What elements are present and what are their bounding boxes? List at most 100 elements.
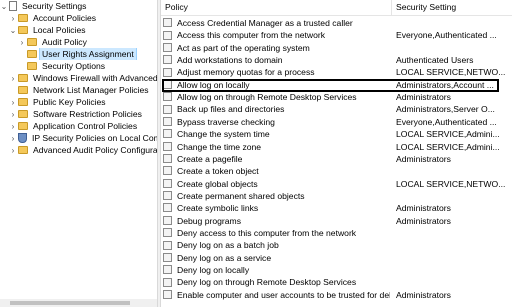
collapse-icon[interactable]: ⌄ [9,25,17,36]
expand-icon[interactable]: › [9,145,17,156]
folder-icon [18,121,28,130]
policy-icon [163,18,172,28]
policy-cell: Create symbolic links [163,202,390,214]
collapse-icon[interactable]: ⌄ [0,1,8,12]
table-row[interactable]: Deny log on through Remote Desktop Servi… [161,276,512,288]
tree-item[interactable]: › Windows Firewall with Advanced Secu [0,72,157,84]
table-row[interactable]: Create a pagefile Administrators [161,153,512,165]
policy-name: Act as part of the operating system [177,42,310,53]
policy-name: Bypass traverse checking [177,116,275,127]
tree-item-label: Security Settings [22,1,87,11]
policy-cell: Add workstations to domain [163,54,390,66]
tree-item-label: Windows Firewall with Advanced Secu [33,73,157,83]
policy-icon [163,42,172,52]
table-row[interactable]: Enable computer and user accounts to be … [161,289,512,301]
tree-item-label: Software Restriction Policies [33,109,142,119]
security-setting-cell: Administrators [396,215,451,226]
policy-name: Create symbolic links [177,203,259,214]
table-row[interactable]: Act as part of the operating system [161,42,512,54]
tree-item-label: Security Options [42,61,106,71]
expand-icon[interactable]: › [9,13,17,24]
policy-icon [163,141,172,151]
policy-icon [163,240,172,250]
security-setting-cell: Administrators [396,92,451,103]
tree-item[interactable]: Security Options [0,60,157,72]
table-row[interactable]: Allow log on through Remote Desktop Serv… [161,91,512,103]
expand-icon[interactable]: › [9,109,17,120]
expand-icon[interactable]: › [9,121,17,132]
policy-cell: Back up files and directories [163,103,390,115]
horizontal-scrollbar[interactable] [0,299,157,307]
scrollbar-thumb[interactable] [10,301,130,305]
security-icon [9,0,17,11]
folder-icon [27,49,37,58]
table-row[interactable]: Create symbolic links Administrators [161,202,512,214]
column-header-policy[interactable]: Policy [161,0,392,15]
tree-item-label: Network List Manager Policies [33,85,149,95]
policy-name: Debug programs [177,215,242,226]
column-header-security-setting[interactable]: Security Setting [392,0,512,15]
table-row[interactable]: Create a token object [161,165,512,177]
tree-item[interactable]: › Software Restriction Policies [0,108,157,120]
table-row[interactable]: Allow log on locally Administrators,Accou… [161,79,512,91]
policy-cell: Access this computer from the network [163,29,390,41]
table-row[interactable]: Access this computer from the network Eve… [161,29,512,41]
list-header: Policy Security Setting [161,0,512,16]
folder-icon [18,85,28,94]
tree-item-label: IP Security Policies on Local Compute [32,133,157,143]
policy-cell: Create a token object [163,165,390,177]
security-setting-cell: Administrators [396,153,451,164]
table-row[interactable]: Deny log on as a batch job [161,239,512,251]
policy-icon [163,178,172,188]
table-row[interactable]: Debug programs Administrators [161,215,512,227]
tree-item[interactable]: ⌄ Security Settings [0,0,157,12]
tree-item[interactable]: User Rights Assignment [0,48,157,60]
expand-icon[interactable]: › [18,37,26,48]
table-row[interactable]: Change the system time LOCAL SERVICE,Admi… [161,128,512,140]
policy-cell: Create a pagefile [163,153,390,165]
policy-icon [163,92,172,102]
tree-item-label: User Rights Assignment [39,48,137,60]
shield-icon [18,132,27,143]
expand-icon[interactable]: › [9,73,17,84]
policy-cell: Allow log on through Remote Desktop Serv… [163,91,390,103]
policy-icon [163,67,172,77]
tree-item[interactable]: ⌄ Local Policies [0,24,157,36]
table-row[interactable]: Deny access to this computer from the ne… [161,227,512,239]
table-row[interactable]: Deny log on as a service [161,252,512,264]
tree-item[interactable]: › Application Control Policies [0,120,157,132]
policy-name: Deny log on locally [177,265,250,275]
table-row[interactable]: Access Credential Manager as a trusted c… [161,17,512,29]
policy-icon [163,30,172,40]
policy-cell: Enable computer and user accounts to be … [163,289,390,301]
policy-name: Create permanent shared objects [177,190,305,201]
policy-name: Allow log on locally [177,79,250,90]
tree-item[interactable]: › Public Key Policies [0,96,157,108]
table-row[interactable]: Create permanent shared objects [161,190,512,202]
table-row[interactable]: Bypass traverse checking Everyone,Authent… [161,116,512,128]
policy-name: Enable computer and user accounts to be … [177,289,390,300]
tree-item[interactable]: Network List Manager Policies [0,84,157,96]
tree-item[interactable]: › Account Policies [0,12,157,24]
security-setting-cell: Everyone,Authenticated ... [396,30,497,41]
expand-icon[interactable]: › [9,133,17,144]
policy-name: Access Credential Manager as a trusted c… [177,18,353,28]
policy-name: Adjust memory quotas for a process [177,67,315,78]
tree-item[interactable]: › IP Security Policies on Local Compute [0,132,157,144]
table-row[interactable]: Back up files and directories Administrat… [161,103,512,115]
table-row[interactable]: Change the time zone LOCAL SERVICE,Admini… [161,141,512,153]
policy-name: Change the system time [177,129,270,140]
tree-item[interactable]: › Audit Policy [0,36,157,48]
table-row[interactable]: Deny log on locally [161,264,512,276]
tree-item[interactable]: › Advanced Audit Policy Configuration [0,144,157,156]
policy-icon [163,289,172,299]
folder-icon [18,73,28,82]
table-row[interactable]: Add workstations to domain Authenticated … [161,54,512,66]
security-setting-cell: LOCAL SERVICE,NETWO... [396,67,506,78]
policy-cell: Adjust memory quotas for a process [163,66,390,78]
folder-icon [18,25,28,34]
expand-icon[interactable]: › [9,97,17,108]
table-row[interactable]: Create global objects LOCAL SERVICE,NETWO… [161,178,512,190]
policy-name: Back up files and directories [177,104,285,115]
table-row[interactable]: Adjust memory quotas for a process LOCAL … [161,66,512,78]
